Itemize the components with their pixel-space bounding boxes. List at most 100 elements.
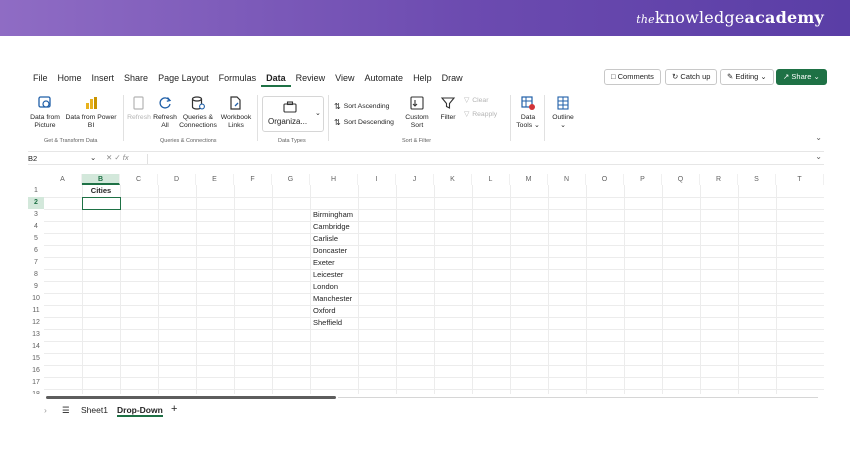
row-header[interactable]: 11 <box>28 305 44 317</box>
tab-file[interactable]: File <box>28 71 53 87</box>
comments-button[interactable]: □ Comments <box>604 69 661 85</box>
tab-draw[interactable]: Draw <box>437 71 468 87</box>
tab-data[interactable]: Data <box>261 71 291 87</box>
data-from-power-bi-button[interactable]: Data from Power BI <box>62 95 120 130</box>
refresh-all-button[interactable]: Refresh All <box>152 95 178 130</box>
tab-review[interactable]: Review <box>291 71 331 87</box>
clear-filter-button[interactable]: ▽ Clear <box>464 96 488 105</box>
chevron-right-icon[interactable]: › <box>44 405 47 415</box>
column-header[interactable]: N <box>548 174 586 185</box>
column-header[interactable]: G <box>272 174 310 185</box>
cell-h8[interactable]: Leicester <box>313 269 343 281</box>
row-header[interactable]: 13 <box>28 329 44 341</box>
row-header-selected[interactable]: 2 <box>28 197 44 209</box>
column-header-selected[interactable]: B <box>82 174 120 185</box>
column-header[interactable]: J <box>396 174 434 185</box>
tab-automate[interactable]: Automate <box>360 71 409 87</box>
ribbon-collapse-icon[interactable]: ⌄ <box>815 133 822 142</box>
row-header[interactable]: 6 <box>28 245 44 257</box>
column-header[interactable]: M <box>510 174 548 185</box>
tab-view[interactable]: View <box>330 71 359 87</box>
cell-h12[interactable]: Sheffield <box>313 317 342 329</box>
column-header[interactable]: D <box>158 174 196 185</box>
cancel-icon[interactable]: ✕ <box>106 153 112 162</box>
column-header[interactable]: L <box>472 174 510 185</box>
row-header[interactable]: 12 <box>28 317 44 329</box>
share-button[interactable]: ↗ Share ⌄ <box>776 69 827 85</box>
custom-sort-button[interactable]: Custom Sort <box>402 95 432 130</box>
tab-help[interactable]: Help <box>408 71 437 87</box>
filter-button[interactable]: Filter <box>436 95 460 122</box>
add-sheet-icon[interactable]: + <box>171 403 177 415</box>
column-header[interactable]: C <box>120 174 158 185</box>
scrollbar-track[interactable] <box>338 397 818 398</box>
column-header[interactable]: S <box>738 174 776 185</box>
row-header[interactable]: 8 <box>28 269 44 281</box>
cell-h9[interactable]: London <box>313 281 338 293</box>
tab-home[interactable]: Home <box>53 71 87 87</box>
cell-h6[interactable]: Doncaster <box>313 245 347 257</box>
column-header[interactable]: T <box>776 174 824 185</box>
enter-icon[interactable]: ✓ <box>114 153 120 162</box>
column-header[interactable]: P <box>624 174 662 185</box>
column-header[interactable]: F <box>234 174 272 185</box>
cell-h10[interactable]: Manchester <box>313 293 352 305</box>
row-header[interactable]: 3 <box>28 209 44 221</box>
row-header[interactable]: 15 <box>28 353 44 365</box>
chevron-down-icon[interactable]: ⌄ <box>315 109 321 117</box>
sort-ascending-button[interactable]: ⇅ Sort Ascending <box>334 102 389 111</box>
cell-b1[interactable]: Cities <box>82 185 120 197</box>
row-header[interactable]: 14 <box>28 341 44 353</box>
outline-button[interactable]: Outline ⌄ <box>548 95 578 130</box>
row-header[interactable]: 17 <box>28 377 44 389</box>
sheet-tab-sheet1[interactable]: Sheet1 <box>81 405 108 415</box>
data-tools-button[interactable]: Data Tools ⌄ <box>514 95 542 130</box>
scrollbar-thumb[interactable] <box>46 396 336 399</box>
row-header[interactable]: 1 <box>28 185 44 197</box>
row-header[interactable]: 5 <box>28 233 44 245</box>
sort-descending-button[interactable]: ⇅ Sort Descending <box>334 118 394 127</box>
cell-h11[interactable]: Oxford <box>313 305 336 317</box>
formula-input[interactable] <box>152 154 792 164</box>
column-header[interactable]: H <box>310 174 358 185</box>
column-header[interactable]: A <box>44 174 82 185</box>
column-header[interactable]: K <box>434 174 472 185</box>
column-header[interactable]: O <box>586 174 624 185</box>
column-header[interactable]: I <box>358 174 396 185</box>
sheet-tab-drop-down[interactable]: Drop-Down <box>117 405 163 417</box>
worksheet-grid[interactable]: A B C D E F G H I J K L M N O P Q R S T … <box>28 174 824 394</box>
name-box[interactable]: B2 ⌄ <box>28 153 98 163</box>
row-header[interactable]: 9 <box>28 281 44 293</box>
queries-connections-button[interactable]: Queries & Connections <box>178 95 218 130</box>
cell-h3[interactable]: Birmingham <box>313 209 353 221</box>
column-header[interactable]: E <box>196 174 234 185</box>
row-header[interactable]: 7 <box>28 257 44 269</box>
reapply-filter-button[interactable]: ▽ Reapply <box>464 110 497 119</box>
data-from-picture-button[interactable]: Data from Picture <box>28 95 62 130</box>
organization-data-type[interactable]: Organiza... ⌄ <box>262 96 324 132</box>
tab-share[interactable]: Share <box>119 71 153 87</box>
tab-insert[interactable]: Insert <box>87 71 120 87</box>
row-header[interactable]: 4 <box>28 221 44 233</box>
cell-h5[interactable]: Carlisle <box>313 233 338 245</box>
refresh-button[interactable]: Refresh <box>126 95 152 122</box>
column-header[interactable]: R <box>700 174 738 185</box>
horizontal-scrollbar[interactable] <box>28 396 824 400</box>
insert-function-icon[interactable]: fx <box>123 153 129 162</box>
active-cell-b2[interactable] <box>82 197 121 210</box>
row-header[interactable]: 18 <box>28 389 44 394</box>
all-sheets-menu-icon[interactable]: ☰ <box>62 405 70 416</box>
group-label-queries: Queries & Connections <box>160 138 217 144</box>
row-header[interactable]: 16 <box>28 365 44 377</box>
link-doc-icon <box>230 96 241 110</box>
workbook-links-button[interactable]: Workbook Links <box>218 95 254 130</box>
cell-h7[interactable]: Exeter <box>313 257 335 269</box>
row-header[interactable]: 10 <box>28 293 44 305</box>
editing-mode-button[interactable]: ✎ Editing ⌄ <box>720 69 774 85</box>
tab-formulas[interactable]: Formulas <box>214 71 262 87</box>
cell-h4[interactable]: Cambridge <box>313 221 350 233</box>
chevron-down-icon[interactable]: ⌄ <box>815 152 822 161</box>
tab-page-layout[interactable]: Page Layout <box>153 71 214 87</box>
column-header[interactable]: Q <box>662 174 700 185</box>
catch-up-button[interactable]: ↻ Catch up <box>665 69 718 85</box>
